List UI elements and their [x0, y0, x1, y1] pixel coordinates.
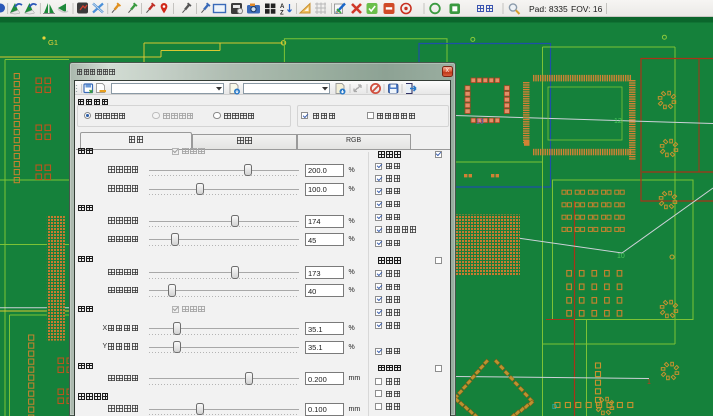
svg-text:10: 10 — [617, 253, 625, 260]
svg-text:1: 1 — [647, 379, 651, 386]
svg-text:G1: G1 — [48, 38, 58, 47]
svg-text:9: 9 — [455, 240, 459, 247]
svg-text:Z: Z — [280, 11, 284, 17]
svg-text:D: D — [552, 404, 557, 411]
svg-text:12: 12 — [614, 118, 622, 125]
svg-text:13: 13 — [476, 119, 484, 126]
svg-text:A: A — [280, 4, 285, 10]
